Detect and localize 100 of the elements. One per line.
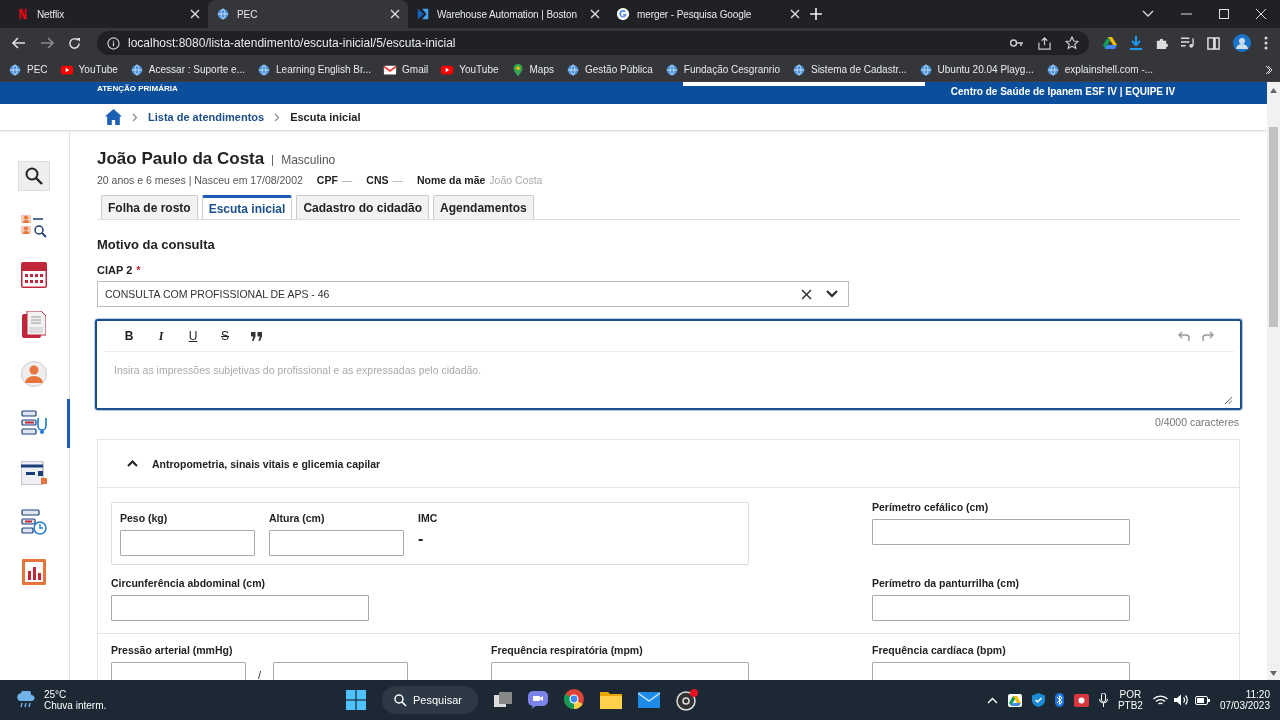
bookmark[interactable]: YouTube [440, 62, 499, 77]
bookmark[interactable]: Gmail [383, 62, 429, 77]
field-label: Circunferência abdominal (cm) [111, 577, 267, 589]
recorder-icon[interactable] [675, 689, 698, 711]
close-icon[interactable] [390, 9, 400, 19]
bmi-value: - [418, 530, 425, 548]
bookmark[interactable]: Gestão Pública [565, 62, 653, 77]
folder-icon[interactable] [599, 691, 622, 709]
bookmark[interactable]: Maps [510, 62, 554, 77]
chevron-up-icon[interactable] [986, 696, 998, 704]
scroll-up-icon[interactable] [1270, 88, 1277, 93]
chevron-down-icon[interactable] [826, 290, 838, 298]
close-icon[interactable] [790, 9, 800, 19]
bookmark[interactable]: Ubuntu 20.04 Playg... [918, 62, 1034, 77]
browser-tab[interactable]: PEC [208, 0, 408, 28]
search-button[interactable]: Pesquisar [382, 686, 478, 714]
redo-icon[interactable] [1202, 331, 1214, 341]
format-button[interactable]: S [215, 329, 235, 343]
drive-icon[interactable] [1103, 36, 1117, 50]
mail-icon[interactable] [637, 692, 660, 708]
chrome-icon[interactable] [563, 689, 584, 711]
breadcrumb-link[interactable]: Lista de atendimentos [148, 111, 265, 123]
bookmark[interactable]: explainshell.com -... [1045, 62, 1154, 77]
browser-tab[interactable]: merger - Pesquisa Google [608, 0, 808, 28]
patient-age: 20 anos e 6 meses | Nasceu em 17/08/2002 [97, 174, 303, 186]
puzzle-icon[interactable] [1155, 36, 1168, 50]
address-bar[interactable]: localhost:8080/lista-atendimento/escuta-inicial/5/escuta-inicial [97, 31, 1089, 55]
format-button[interactable]: I [151, 328, 171, 344]
patient-name: João Paulo da Costa [97, 149, 265, 169]
calendar-icon [20, 261, 47, 288]
format-button[interactable]: U [183, 329, 203, 343]
person-list-search-icon [20, 212, 47, 239]
close-icon[interactable] [590, 9, 600, 19]
globe-icon [918, 62, 933, 77]
text-editor[interactable]: B I U S Insira as impressões subjetivas do profissional e as expressadas pelo cidadão. [95, 319, 1242, 410]
chevron-right-icon[interactable] [1265, 64, 1272, 75]
tab[interactable]: Escuta inicial [201, 195, 293, 219]
bookmark[interactable]: Acessar : Suporte e... [129, 62, 246, 77]
brand-text: ATENÇÃO PRIMÁRIA [97, 84, 178, 94]
weather-widget[interactable]: 25°C Chuva interm. [16, 689, 346, 711]
input-field[interactable] [111, 595, 369, 621]
input-field[interactable] [269, 530, 404, 556]
tab[interactable]: Folha de rosto [101, 195, 198, 219]
download-icon[interactable] [1130, 36, 1142, 50]
drive-icon[interactable] [1007, 693, 1022, 707]
close-icon[interactable] [190, 9, 200, 19]
close-icon[interactable] [1256, 9, 1266, 19]
forward-icon[interactable] [40, 37, 54, 49]
clear-icon[interactable] [801, 288, 812, 300]
search-button[interactable] [17, 160, 50, 191]
clock[interactable]: 11:20 07/03/2023 [1219, 689, 1270, 711]
format-button[interactable]: B [119, 329, 139, 343]
bar-chart-icon [21, 558, 46, 585]
bookmark[interactable]: Sistema de Cadastr... [791, 62, 907, 77]
input-field[interactable] [872, 595, 1130, 621]
microphone-icon[interactable] [1098, 693, 1108, 707]
more-icon[interactable] [1264, 36, 1268, 50]
browser-tab[interactable]: Netflix [8, 0, 208, 28]
reload-icon[interactable] [68, 36, 81, 50]
panel-icon [20, 460, 47, 485]
bookmark[interactable]: Learning English Br... [257, 62, 372, 77]
new-tab-icon[interactable] [810, 8, 822, 20]
scroll-thumb[interactable] [1269, 127, 1278, 327]
key-icon[interactable] [1010, 38, 1024, 48]
accordion-header[interactable]: Antropometria, sinais vitais e glicemia capilar [98, 440, 1239, 488]
field-label: Peso (kg) [120, 512, 169, 524]
task-view-icon[interactable] [493, 692, 512, 708]
field-value: João Costa [489, 174, 543, 186]
maximize-icon[interactable] [1219, 9, 1229, 19]
share-icon[interactable] [1038, 36, 1051, 50]
avatar-icon[interactable] [1233, 34, 1251, 52]
scroll-down-icon[interactable] [1270, 671, 1277, 676]
bookmark[interactable]: Fundação Cesgranrio [664, 62, 780, 77]
back-icon[interactable] [12, 37, 26, 49]
star-icon[interactable] [1065, 36, 1079, 50]
side-panel-icon[interactable] [1207, 36, 1220, 50]
record-icon[interactable] [1073, 693, 1089, 707]
ciap-select[interactable]: CONSULTA COM PROFISSIONAL DE APS - 46 [97, 281, 849, 307]
undo-icon[interactable] [1178, 331, 1190, 341]
media-icon[interactable] [1181, 37, 1194, 49]
system-status[interactable] [1152, 694, 1210, 706]
breadcrumb-current: Escuta inicial [290, 111, 361, 123]
scrollbar[interactable] [1267, 82, 1280, 680]
browser-tab[interactable]: Warehouse Automation | Boston [408, 0, 608, 28]
header-field[interactable] [682, 82, 925, 86]
field-value: — [341, 174, 353, 186]
chat-icon[interactable] [527, 691, 548, 709]
tab[interactable]: Agendamentos [433, 195, 534, 219]
home-icon[interactable] [105, 109, 122, 125]
quote-icon[interactable] [251, 331, 262, 341]
bookmark[interactable]: PEC [8, 62, 48, 77]
bookmark[interactable]: YouTube [59, 62, 118, 77]
windows-icon[interactable] [346, 690, 366, 710]
shield-icon[interactable] [1031, 693, 1045, 707]
input-field[interactable] [120, 530, 255, 556]
input-field[interactable] [872, 519, 1130, 545]
language-indicator[interactable]: POR PTB2 [1117, 689, 1143, 711]
bluetooth-icon[interactable] [1054, 693, 1064, 707]
tab[interactable]: Cadastro do cidadão [296, 195, 430, 219]
field-label: CIAP 2 [97, 264, 133, 276]
